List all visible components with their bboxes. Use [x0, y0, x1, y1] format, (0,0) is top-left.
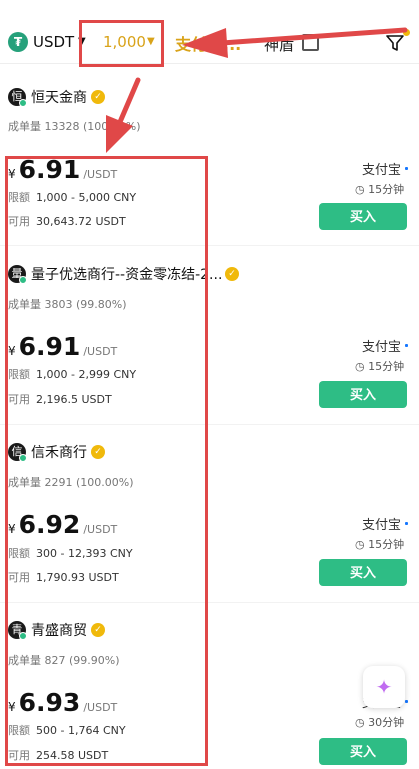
payment-time: ◷ 30分钟: [355, 716, 405, 729]
buy-button[interactable]: 买入: [319, 203, 407, 230]
buy-button[interactable]: 买入: [319, 559, 407, 586]
verified-badge-icon: ✓: [91, 90, 105, 104]
filter-icon[interactable]: [386, 34, 404, 52]
payment-time: ◷ 15分钟: [355, 183, 405, 196]
annotation-box-amount: [79, 20, 164, 67]
tether-icon: ₮: [8, 32, 28, 52]
sparkle-icon[interactable]: ✦: [363, 666, 405, 708]
alipay-indicator: [405, 167, 408, 170]
top-filter-bar: ₮ USDT ▼ 1,000 ▼ 支付宝... 神盾: [0, 0, 419, 64]
buy-button[interactable]: 买入: [319, 738, 407, 765]
buy-button[interactable]: 买入: [319, 381, 407, 408]
annotation-highlight-box: [5, 156, 208, 766]
alipay-indicator: [405, 522, 408, 525]
coin-selector[interactable]: USDT: [33, 33, 74, 51]
alipay-indicator: [405, 700, 408, 703]
shield-label: 神盾: [264, 36, 295, 54]
alipay-indicator: [405, 344, 408, 347]
payment-method: 支付宝: [362, 163, 402, 178]
shield-checkbox[interactable]: [302, 34, 319, 51]
payment-method-selector[interactable]: 支付宝...: [175, 31, 241, 55]
payment-time: ◷ 15分钟: [355, 360, 405, 373]
payment-method: 支付宝: [362, 340, 402, 355]
verified-badge-icon: ✓: [225, 267, 239, 281]
online-status-dot: [19, 99, 27, 107]
payment-time: ◷ 15分钟: [355, 538, 405, 551]
payment-method: 支付宝: [362, 518, 402, 533]
filter-active-dot: [403, 29, 410, 36]
merchant-name[interactable]: 恒天金商: [31, 87, 87, 107]
merchant-stats: 成单量 13328 (100.00%): [8, 120, 141, 133]
